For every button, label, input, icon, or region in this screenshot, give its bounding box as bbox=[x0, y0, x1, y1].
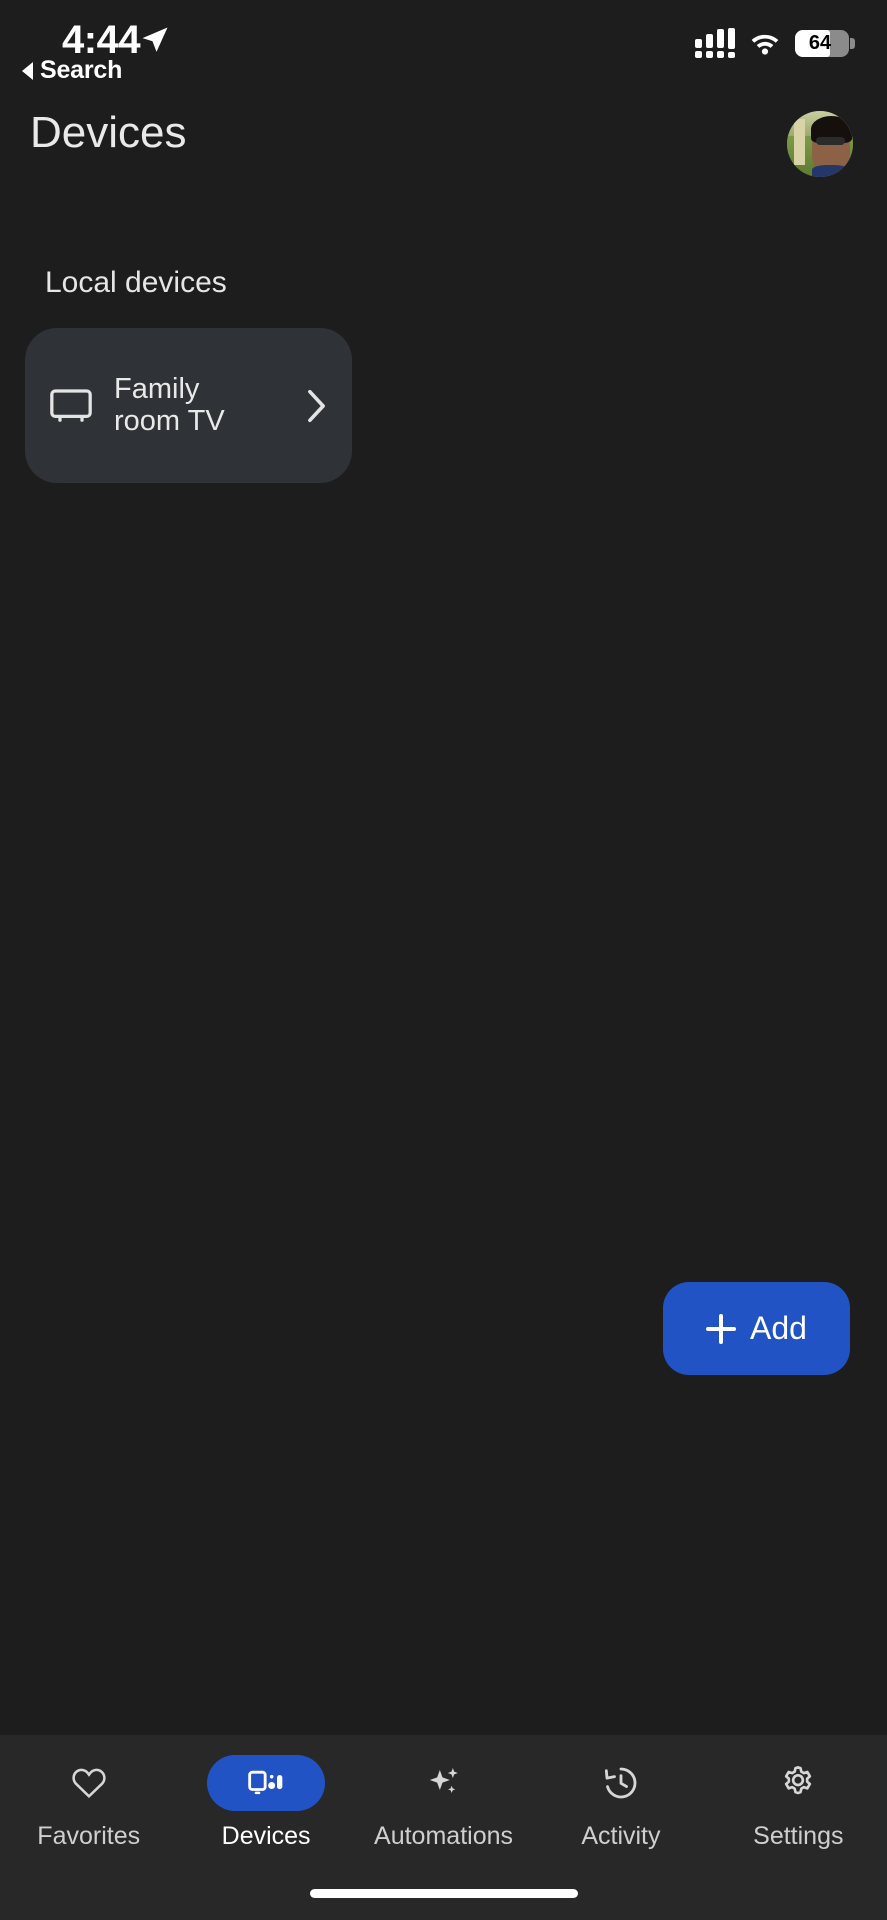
tab-label-settings: Settings bbox=[753, 1822, 843, 1851]
tab-devices[interactable]: Devices bbox=[177, 1755, 354, 1851]
tab-activity[interactable]: Activity bbox=[532, 1755, 709, 1851]
heart-icon bbox=[70, 1764, 108, 1802]
tab-automations[interactable]: Automations bbox=[355, 1755, 532, 1851]
sparkles-icon bbox=[424, 1763, 464, 1803]
cellular-signal-icon bbox=[695, 28, 735, 58]
home-indicator[interactable] bbox=[310, 1889, 578, 1898]
back-to-search-link[interactable]: Search bbox=[22, 56, 122, 85]
add-button[interactable]: Add bbox=[663, 1282, 850, 1375]
page-header: Devices bbox=[0, 108, 887, 198]
page-title: Devices bbox=[30, 108, 187, 158]
location-arrow-icon bbox=[140, 25, 170, 55]
tab-label-activity: Activity bbox=[581, 1822, 660, 1851]
app-screen: 4:44 Search 64 bbox=[0, 0, 887, 1920]
gear-icon bbox=[778, 1763, 818, 1803]
plus-icon bbox=[706, 1314, 736, 1344]
back-triangle-icon bbox=[22, 62, 33, 80]
status-indicators: 64 bbox=[695, 28, 849, 58]
tab-settings[interactable]: Settings bbox=[710, 1755, 887, 1851]
chevron-right-icon[interactable] bbox=[304, 389, 328, 423]
tv-icon bbox=[48, 383, 94, 429]
device-name: Family room TV bbox=[114, 374, 304, 436]
battery-icon: 64 bbox=[795, 30, 849, 57]
device-name-line2: room TV bbox=[114, 406, 304, 437]
wifi-icon bbox=[749, 31, 781, 55]
tab-label-favorites: Favorites bbox=[37, 1822, 140, 1851]
device-card-family-room-tv[interactable]: Family room TV bbox=[25, 328, 352, 483]
add-button-label: Add bbox=[750, 1310, 807, 1347]
section-label-local-devices: Local devices bbox=[45, 266, 227, 300]
battery-percent: 64 bbox=[795, 32, 849, 55]
tab-favorites[interactable]: Favorites bbox=[0, 1755, 177, 1851]
back-label: Search bbox=[40, 56, 122, 85]
avatar[interactable] bbox=[787, 111, 853, 177]
tab-label-automations: Automations bbox=[374, 1822, 513, 1851]
tab-label-devices: Devices bbox=[222, 1822, 311, 1851]
tab-active-pill bbox=[207, 1755, 325, 1811]
status-bar: 4:44 Search 64 bbox=[0, 0, 887, 100]
devices-icon bbox=[246, 1763, 286, 1803]
history-icon bbox=[601, 1763, 641, 1803]
device-name-line1: Family bbox=[114, 374, 304, 405]
